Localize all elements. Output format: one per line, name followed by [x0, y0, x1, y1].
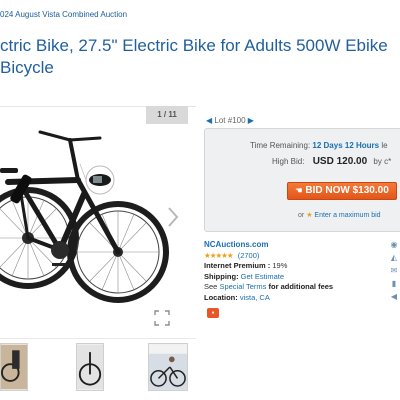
high-bid-value: USD 120.00 — [312, 156, 368, 167]
location-label: Location: — [204, 292, 238, 302]
seller-rating-stars: ★★★★★ — [204, 250, 234, 260]
chevron-right-icon[interactable] — [165, 205, 181, 229]
seller-action-icons: ◉ ◭ ✉ ▮ ◀ — [388, 240, 400, 305]
megaphone-icon[interactable]: ◀ — [388, 292, 400, 305]
seller-badge-icon: ♦ — [207, 308, 219, 318]
page-title-line-2: Bicycle — [0, 58, 54, 77]
thumbnail-image[interactable] — [0, 343, 28, 391]
time-remaining-row: Time Remaining: 12 Days 12 Hours le — [250, 141, 388, 150]
page-title-line-1: ctric Bike, 27.5" Electric Bike for Adul… — [0, 36, 388, 55]
thumbnail-image[interactable] — [76, 343, 104, 391]
auction-lot-page: 024 August Vista Combined Auction ctric … — [0, 0, 400, 400]
time-remaining-suffix: le — [381, 141, 388, 150]
breadcrumb[interactable]: 024 August Vista Combined Auction — [0, 10, 127, 19]
next-lot-icon[interactable]: ▶ — [248, 116, 254, 125]
seller-name-link[interactable]: NCAuctions.com — [204, 240, 268, 249]
terms-suffix: for additional fees — [268, 282, 334, 291]
location-value: vista, CA — [239, 292, 270, 302]
lot-navigation: ◀ Lot #100 ▶ — [206, 116, 254, 125]
bid-now-button[interactable]: ☚ BID NOW $130.00 — [287, 182, 397, 200]
seller-info: NCAuctions.com ★★★★★ (2700) Internet Pre… — [204, 240, 384, 303]
lot-number: Lot #100 — [214, 116, 246, 125]
seller-rating-count[interactable]: (2700) — [238, 251, 260, 260]
thumbnail-image[interactable] — [148, 343, 188, 391]
premium-value: 19% — [272, 261, 288, 270]
time-remaining-label: Time Remaining: — [250, 141, 311, 150]
image-counter: 1 / 11 — [146, 106, 188, 124]
star-icon: ★ — [306, 212, 313, 219]
premium-label: Internet Premium : — [204, 261, 271, 270]
high-bid-label: High Bid: — [272, 157, 305, 166]
high-bidder: by c* — [373, 157, 392, 166]
eye-icon[interactable]: ◉ — [388, 240, 400, 253]
enter-max-bid-link[interactable]: Enter a maximum bid — [314, 212, 380, 219]
mobile-icon[interactable]: ▮ — [388, 279, 400, 292]
or-label: or — [298, 212, 305, 219]
expand-icon[interactable] — [154, 310, 170, 326]
time-remaining-value: 12 Days 12 Hours — [312, 141, 380, 150]
share-icon[interactable]: ◭ — [388, 253, 400, 266]
bid-now-label: BID NOW $130.00 — [305, 185, 389, 196]
see-label: See — [204, 282, 218, 291]
email-icon[interactable]: ✉ — [388, 266, 400, 279]
shipping-estimate-link[interactable]: Get Estimate — [241, 272, 284, 281]
high-bid-row: High Bid: USD 120.00 by c* — [272, 156, 391, 167]
special-terms-link[interactable]: Special Terms — [219, 282, 266, 291]
shipping-label: Shipping: — [204, 271, 239, 281]
page-title: ctric Bike, 27.5" Electric Bike for Adul… — [0, 35, 400, 79]
previous-lot-icon[interactable]: ◀ — [206, 116, 212, 125]
max-bid-row: or ★ Enter a maximum bid — [298, 211, 381, 219]
bid-hand-icon: ☚ — [295, 186, 303, 195]
